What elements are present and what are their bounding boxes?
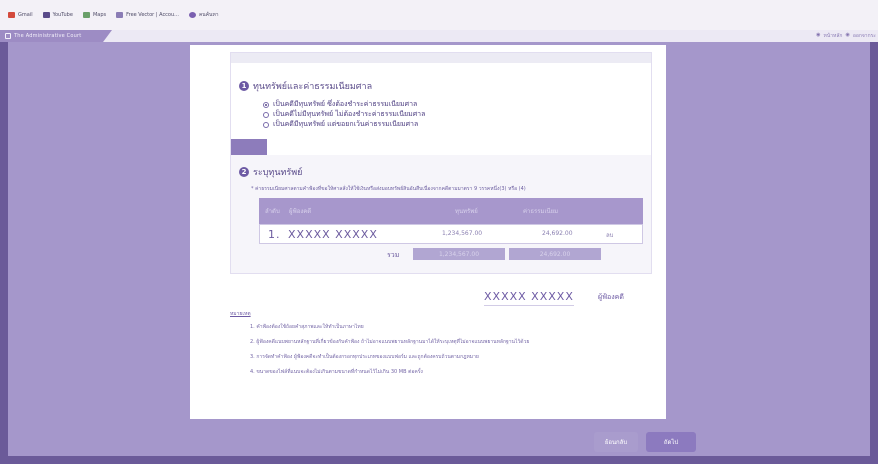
option-fee-exempt[interactable]: เป็นคดีมีทุนทรัพย์ แต่ขอยกเว้นค่าธรรมเนี… (263, 119, 418, 130)
radio-unselected[interactable] (263, 121, 269, 128)
section-capital-detail: 2 ระบุทุนทรัพย์ * ค่าธรรมเนียมศาลตามคำฟ้… (231, 155, 651, 273)
col-amount: ทุนทรัพย์ (455, 208, 478, 215)
fee-note: * ค่าธรรมเนียมศาลตามคำฟ้องที่ขอให้ศาลสั่… (251, 186, 526, 192)
radio-selected[interactable] (263, 101, 269, 108)
signature-name: XXXXX XXXXX (484, 290, 574, 306)
youtube-icon (42, 12, 50, 18)
section2-title: ระบุทุนทรัพย์ (253, 168, 303, 178)
gmail-icon (8, 12, 15, 18)
fee-form: 1 ทุนทรัพย์และค่าธรรมเนียมศาล เป็นคดีมีท… (230, 52, 652, 274)
logout-icon: ◉ (845, 32, 850, 38)
total-amount: 1,234,567.00 (413, 248, 505, 260)
bookmark-search[interactable]: คนค้นหา (188, 11, 219, 19)
section1-number: 1 (239, 81, 249, 91)
site-title-tab[interactable]: The Administrative Court (0, 30, 112, 42)
bookmark-label: คนค้นหา (198, 12, 219, 18)
section1-title: ทุนทรัพย์และค่าธรรมเนียมศาล (253, 82, 373, 92)
table-header: ลำดับ ผู้ฟ้องคดี ทุนทรัพย์ ค่าธรรมเนียม (259, 198, 643, 224)
section2-number: 2 (239, 167, 249, 177)
header-links: ◉ หน้าหลัก ◉ ออกจากระ (816, 32, 876, 40)
site-header: The Administrative Court ◉ หน้าหลัก ◉ ออ… (0, 30, 878, 42)
next-button[interactable]: ถัดไป (646, 432, 696, 452)
bookmark-label: Gmail (18, 12, 33, 18)
remark-item: 4. ขนาดของไฟล์ที่แนบจะต้องไม่เกินตามขนาด… (250, 369, 423, 375)
section1-header: 1 ทุนทรัพย์และค่าธรรมเนียมศาล (239, 79, 372, 93)
total-label: รวม (387, 251, 400, 259)
home-icon: ◉ (816, 32, 821, 38)
remark-item: 3. การจัดทำคำฟ้อง ผู้ฟ้องคดีจะทำเป็นต้อง… (250, 354, 479, 360)
row-fee: 24,692.00 (542, 230, 573, 237)
section-capital-fee: 1 ทุนทรัพย์และค่าธรรมเนียมศาล เป็นคดีมีท… (231, 63, 651, 161)
bookmark-label: Maps (92, 12, 107, 18)
home-link[interactable]: หน้าหลัก (824, 32, 843, 40)
bookmark-label: Free Vector | Accou... (126, 12, 179, 18)
section2-header: 2 ระบุทุนทรัพย์ (239, 165, 302, 179)
logout-link[interactable]: ออกจากระ (853, 32, 876, 40)
row-amount: 1,234,567.00 (442, 230, 483, 237)
row-no: 1. (268, 228, 281, 241)
bookmark-maps[interactable]: Maps (82, 12, 107, 18)
freevector-icon (116, 12, 124, 18)
table-row: 1. XXXXX XXXXX 1,234,567.00 24,692.00 ลบ (259, 224, 643, 244)
col-fee: ค่าธรรมเนียม (523, 208, 559, 215)
bookmark-freevector[interactable]: Free Vector | Accou... (116, 12, 179, 18)
col-no: ลำดับ (265, 208, 280, 215)
form-top-bar (231, 53, 651, 63)
maps-icon (82, 12, 90, 18)
back-button[interactable]: ย้อนกลับ (594, 432, 638, 452)
remark-item: 2. ผู้ฟ้องคดีแนบพยานหลักฐานที่เกี่ยวข้อง… (250, 339, 530, 345)
signature-role: ผู้ฟ้องคดี (598, 293, 624, 301)
row-plaintiff: XXXXX XXXXX (288, 228, 378, 241)
site-title: The Administrative Court (14, 33, 82, 39)
bookmark-youtube[interactable]: YouTube (42, 12, 73, 18)
remark-item: 1. คำฟ้องต้องใช้ถ้อยคำสุภาพและให้ทำเป็นภ… (250, 324, 364, 330)
globe-icon (188, 12, 196, 18)
option-label: เป็นคดีมีทุนทรัพย์ แต่ขอยกเว้นค่าธรรมเนี… (273, 120, 419, 128)
total-fee: 24,692.00 (509, 248, 601, 260)
row-delete-link[interactable]: ลบ (606, 230, 614, 240)
court-logo-icon (5, 33, 11, 39)
bookmark-gmail[interactable]: Gmail (8, 12, 33, 18)
col-plaintiff: ผู้ฟ้องคดี (289, 208, 312, 215)
bookmark-label: YouTube (52, 12, 73, 18)
remarks-title: หมายเหตุ (230, 311, 251, 317)
radio-unselected[interactable] (263, 111, 269, 118)
bookmarks-bar: Gmail YouTube Maps Free Vector | Accou..… (0, 0, 878, 30)
